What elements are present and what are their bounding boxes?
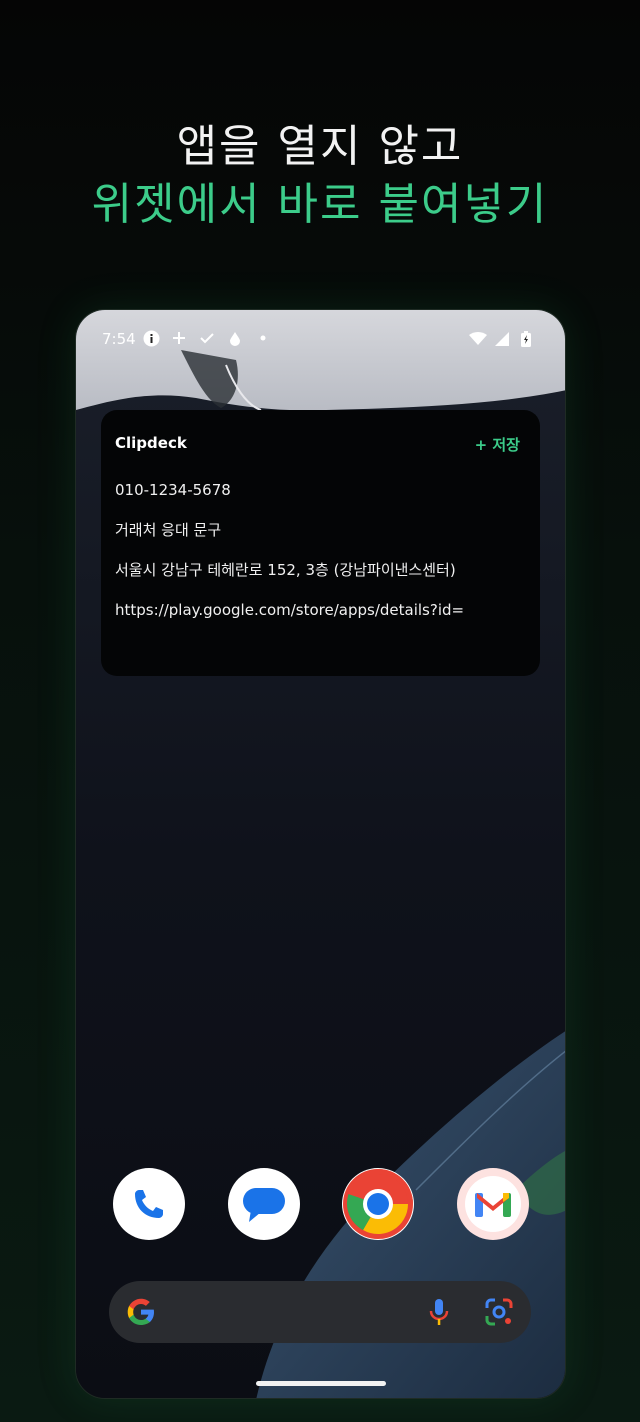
clipdeck-widget: Clipdeck + 저장 010-1234-5678 거래처 응대 문구 서울… bbox=[101, 410, 540, 676]
google-g-icon bbox=[125, 1296, 157, 1332]
signal-icon bbox=[493, 330, 511, 348]
wifi-icon bbox=[469, 330, 487, 348]
chrome-app-icon[interactable] bbox=[342, 1168, 414, 1240]
widget-title: Clipdeck bbox=[115, 434, 187, 452]
status-icons-right bbox=[469, 330, 535, 348]
info-icon bbox=[142, 329, 160, 347]
clip-item-url[interactable]: https://play.google.com/store/apps/detai… bbox=[115, 600, 525, 640]
promo-screen: 앱을 열지 않고 위젯에서 바로 붙여넣기 7:54 Clipdeck + 저장… bbox=[0, 0, 640, 1422]
app-dock bbox=[76, 1168, 565, 1240]
battery-icon bbox=[517, 330, 535, 348]
clip-item-greeting[interactable]: 거래처 응대 문구 bbox=[115, 520, 525, 560]
clip-item-phone[interactable]: 010-1234-5678 bbox=[115, 480, 525, 520]
clip-item-address[interactable]: 서울시 강남구 테헤란로 152, 3층 (강남파이낸스센터) bbox=[115, 560, 525, 600]
headline-line-1: 앱을 열지 않고 bbox=[176, 121, 464, 172]
status-bar: 7:54 bbox=[76, 310, 565, 366]
phone-mockup: 7:54 Clipdeck + 저장 010-1234-5678 거래처 응대 … bbox=[75, 309, 566, 1399]
plus-icon bbox=[170, 329, 188, 347]
drop-icon bbox=[226, 329, 244, 347]
check-icon bbox=[198, 329, 216, 347]
messages-app-icon[interactable] bbox=[228, 1168, 300, 1240]
headline: 앱을 열지 않고 위젯에서 바로 붙여넣기 bbox=[0, 118, 640, 234]
headline-line-2: 위젯에서 바로 붙여넣기 bbox=[91, 179, 549, 230]
clip-list: 010-1234-5678 거래처 응대 문구 서울시 강남구 테헤란로 152… bbox=[115, 480, 525, 640]
phone-app-icon[interactable] bbox=[113, 1168, 185, 1240]
navigation-handle[interactable] bbox=[256, 1381, 386, 1386]
save-button[interactable]: + 저장 bbox=[475, 434, 520, 455]
microphone-icon[interactable] bbox=[423, 1296, 455, 1332]
google-lens-icon[interactable] bbox=[483, 1296, 515, 1332]
status-icons-left bbox=[142, 329, 272, 347]
status-time: 7:54 bbox=[102, 330, 136, 348]
google-search-bar[interactable] bbox=[109, 1281, 531, 1343]
dot-icon bbox=[254, 329, 272, 347]
gmail-app-icon[interactable] bbox=[457, 1168, 529, 1240]
